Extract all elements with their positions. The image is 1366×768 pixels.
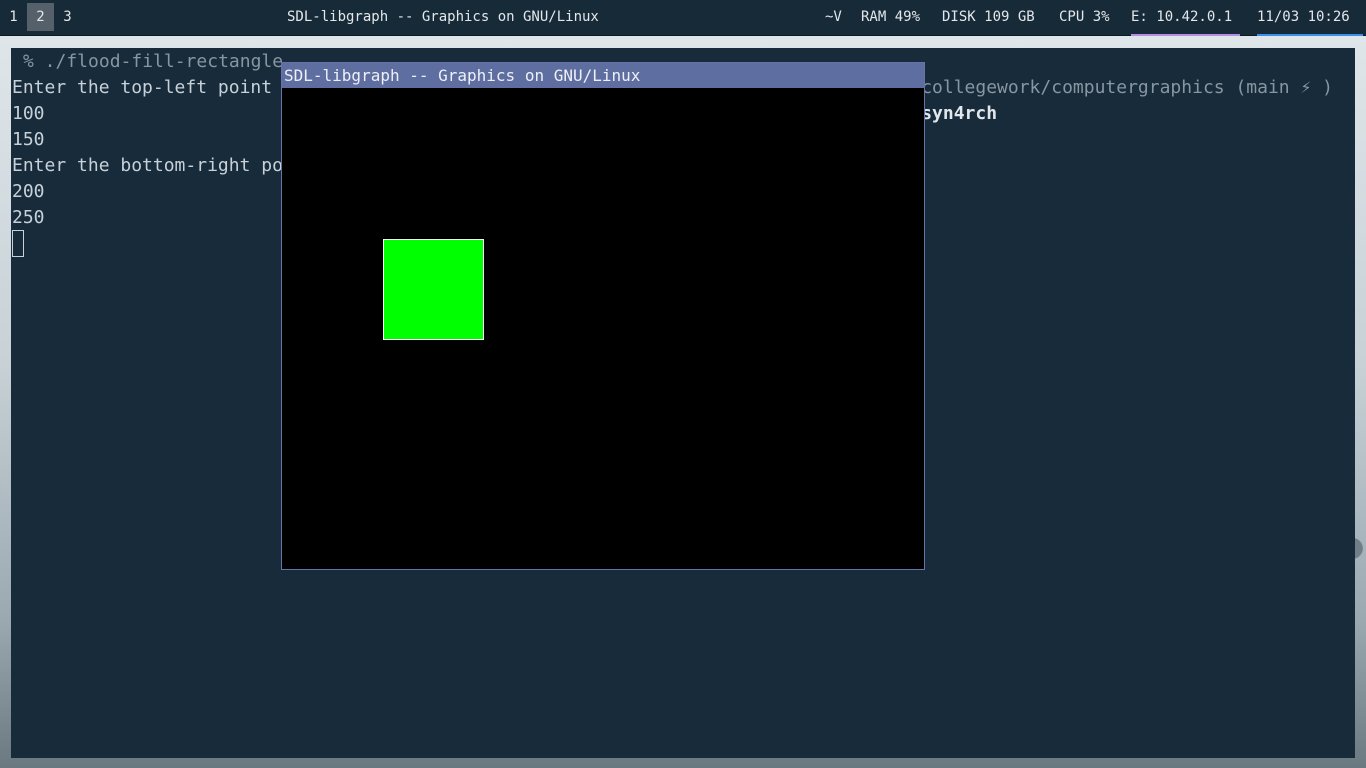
output-line: Enter the bottom-right po xyxy=(12,155,283,176)
output-line: 100 xyxy=(12,103,45,124)
focused-window-title: SDL-libgraph -- Graphics on GNU/Linux xyxy=(287,9,599,25)
sdl-window-titlebar[interactable]: SDL-libgraph -- Graphics on GNU/Linux xyxy=(282,63,924,88)
sdl-graphics-window[interactable]: SDL-libgraph -- Graphics on GNU/Linux xyxy=(281,62,925,570)
output-line: Enter the top-left point xyxy=(12,77,273,98)
status-bar: 1 2 3 SDL-libgraph -- Graphics on GNU/Li… xyxy=(0,0,1366,36)
ram-indicator: RAM 49% xyxy=(861,9,921,25)
cpu-indicator: CPU 3% xyxy=(1059,9,1110,25)
prompt-path: collegework/computergraphics (main ⚡ ) xyxy=(921,77,1333,98)
disk-indicator: DISK 109 GB xyxy=(942,9,1035,25)
output-line: 250 xyxy=(12,207,45,228)
prompt-user: syn4rch xyxy=(921,103,998,124)
flood-filled-rectangle xyxy=(383,239,484,340)
ethernet-indicator: E: 10.42.0.1 xyxy=(1131,0,1241,36)
text-cursor xyxy=(12,230,24,257)
workspace-3-button[interactable]: 3 xyxy=(54,3,81,31)
keyboard-indicator: ~V xyxy=(825,9,842,25)
workspace-2-button[interactable]: 2 xyxy=(27,3,54,31)
sdl-canvas xyxy=(282,88,924,569)
prompt-command: % ./flood-fill-rectangle xyxy=(23,51,284,72)
prompt-right: collegework/computergraphics (main ⚡ ) s… xyxy=(878,49,1333,153)
workspace-1-button[interactable]: 1 xyxy=(0,3,27,31)
datetime-indicator: 11/03 10:26 xyxy=(1257,0,1363,36)
output-line: 200 xyxy=(12,181,45,202)
output-line: 150 xyxy=(12,129,45,150)
